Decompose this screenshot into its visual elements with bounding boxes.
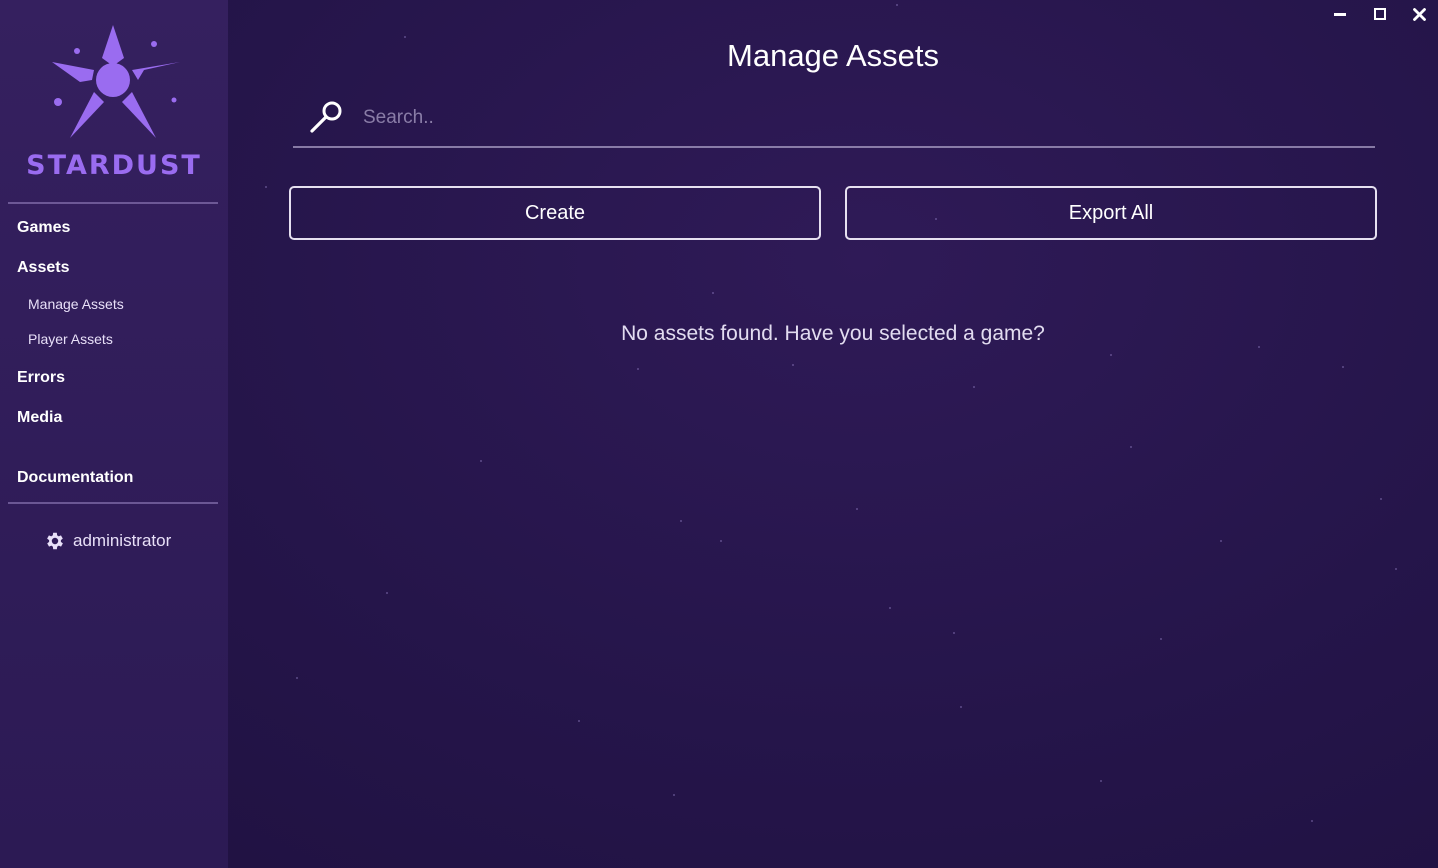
star-dot (680, 520, 682, 522)
star-dot (896, 4, 898, 6)
close-button[interactable] (1408, 4, 1430, 24)
search-input[interactable] (361, 102, 1345, 134)
sidebar-item-documentation[interactable]: Documentation (17, 469, 133, 487)
star-dot (953, 632, 955, 634)
minimize-icon (1334, 12, 1346, 16)
search-icon (310, 101, 342, 133)
star-dot (889, 607, 891, 609)
star-dot (386, 592, 388, 594)
star-dot (1220, 540, 1222, 542)
star-dot (296, 677, 298, 679)
star-dot (673, 794, 675, 796)
sidebar-divider-bottom (8, 502, 218, 504)
sidebar-item-assets[interactable]: Assets (17, 259, 69, 277)
star-dot (712, 292, 714, 294)
star-dot (720, 540, 722, 542)
brand-logo: STARDUST (0, 18, 228, 188)
star-dot (1110, 354, 1112, 356)
close-icon (1412, 7, 1426, 21)
star-dot (578, 720, 580, 722)
username-label: administrator (73, 531, 172, 550)
app-window: STARDUST Games Assets Manage Assets Play… (0, 0, 1438, 868)
star-dot (792, 364, 794, 366)
star-dot (265, 186, 267, 188)
page-title: Manage Assets (727, 38, 939, 73)
maximize-icon (1374, 8, 1386, 20)
star-dot (480, 460, 482, 462)
user-menu[interactable]: administrator (44, 530, 171, 552)
empty-state-message: No assets found. Have you selected a gam… (621, 322, 1045, 345)
sidebar-item-media[interactable]: Media (17, 409, 62, 427)
brand-name: STARDUST (26, 150, 202, 181)
star-dot (1380, 498, 1382, 500)
star-dot (1342, 366, 1344, 368)
star-dot (973, 386, 975, 388)
star-dot (856, 508, 858, 510)
star-dot (1311, 820, 1313, 822)
sidebar-item-games[interactable]: Games (17, 219, 70, 237)
star-dot (1130, 446, 1132, 448)
star-dot (1100, 780, 1102, 782)
sidebar-divider-top (8, 202, 218, 204)
export-all-button[interactable]: Export All (845, 186, 1377, 240)
star-dot (1395, 568, 1397, 570)
sidebar-subitem-manage-assets[interactable]: Manage Assets (28, 296, 124, 312)
star-dot (1258, 346, 1260, 348)
sidebar-item-errors[interactable]: Errors (17, 369, 65, 387)
search-bar (293, 96, 1375, 148)
star-dot (637, 368, 639, 370)
maximize-button[interactable] (1369, 4, 1391, 24)
create-button[interactable]: Create (289, 186, 821, 240)
sidebar: STARDUST Games Assets Manage Assets Play… (0, 0, 228, 868)
star-dot (960, 706, 962, 708)
star-logo-icon (52, 25, 180, 138)
minimize-button[interactable] (1329, 4, 1351, 24)
star-dot (1160, 638, 1162, 640)
sidebar-subitem-player-assets[interactable]: Player Assets (28, 331, 113, 347)
gear-icon (47, 532, 63, 550)
